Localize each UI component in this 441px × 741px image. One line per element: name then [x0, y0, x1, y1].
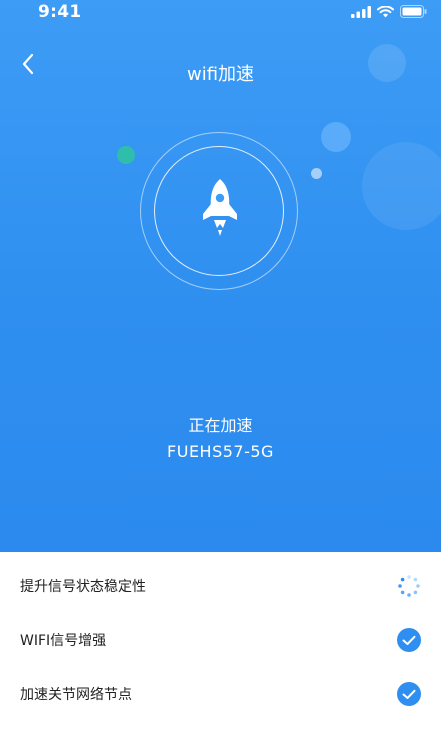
accelerate-status: 正在加速 [188, 416, 253, 435]
battery-icon [400, 5, 427, 18]
check-icon [397, 628, 421, 652]
rocket-icon [203, 179, 237, 236]
network-name: FUEHS57-5G [167, 442, 274, 461]
decor-bubble [321, 122, 351, 152]
task-label: 提升信号状态稳定性 [20, 579, 146, 595]
task-row-signal: WIFI信号增强 [0, 613, 441, 667]
task-label: 加速关节网络节点 [20, 687, 132, 703]
task-row-nodes: 加速关节网络节点 [0, 667, 441, 721]
status-time: 9:41 [38, 2, 82, 22]
decor-bubble [362, 142, 441, 230]
status-bar: 9:41 [0, 0, 441, 26]
signal-icon [351, 5, 371, 18]
accelerate-hero: 9:41 wifi加速 正在加速 FUEHS57-5G [0, 0, 441, 552]
check-icon [397, 682, 421, 706]
decor-bubble [311, 168, 322, 179]
status-icons [351, 5, 427, 18]
loading-spinner-icon [398, 575, 420, 597]
wifi-icon [377, 5, 394, 17]
task-label: WIFI信号增强 [20, 633, 107, 649]
decor-dot-green [117, 146, 135, 164]
task-row-stability: 提升信号状态稳定性 [0, 559, 441, 613]
decor-bubble [368, 44, 406, 82]
